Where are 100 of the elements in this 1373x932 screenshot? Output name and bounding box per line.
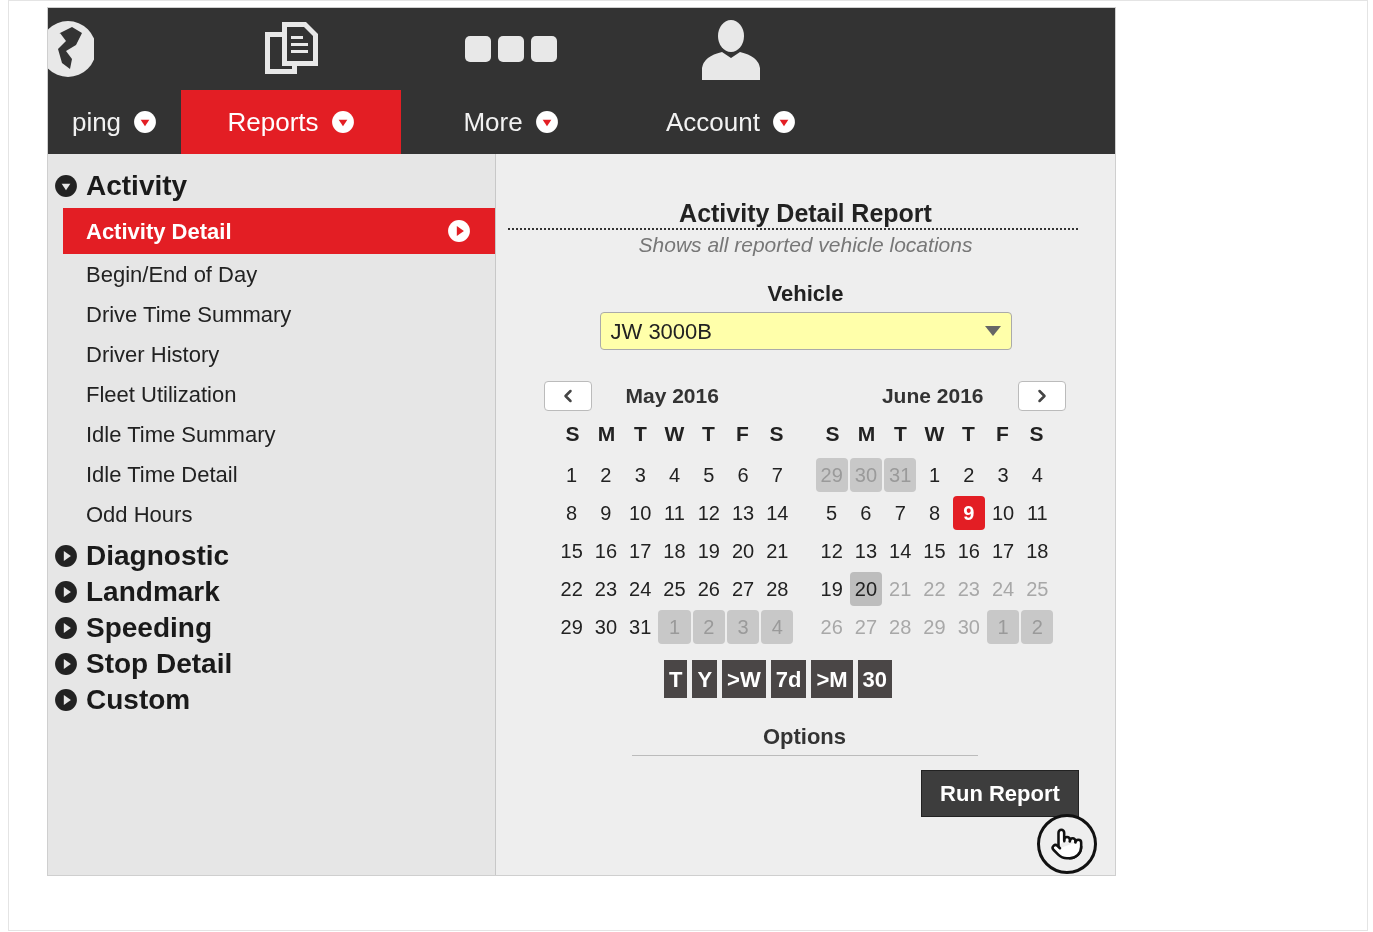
- menu-group[interactable]: Diagnostic: [48, 538, 495, 574]
- calendar-day[interactable]: 17: [624, 534, 657, 568]
- play-icon: [54, 652, 78, 676]
- quick-range-button[interactable]: >M: [811, 660, 853, 698]
- calendar-day: 27: [849, 610, 883, 644]
- person-icon: [700, 18, 762, 80]
- calendar-day[interactable]: 8: [918, 496, 951, 530]
- calendar-day[interactable]: 5: [692, 458, 725, 492]
- menu-item[interactable]: Fleet Utilization: [63, 374, 495, 414]
- play-icon: [54, 616, 78, 640]
- calendar-day[interactable]: 29: [555, 610, 588, 644]
- nav-tab[interactable]: Account: [621, 90, 841, 154]
- calendar-day[interactable]: 4: [1021, 458, 1054, 492]
- calendar-day[interactable]: 9: [589, 496, 623, 530]
- play-icon: [54, 688, 78, 712]
- quick-range-button[interactable]: 7d: [770, 660, 807, 698]
- calendar-day[interactable]: 14: [761, 496, 794, 530]
- calendar-day[interactable]: 23: [589, 572, 623, 606]
- calendar-day[interactable]: 25: [658, 572, 691, 606]
- menu-item[interactable]: Odd Hours: [63, 494, 495, 534]
- menu-item[interactable]: Drive Time Summary: [63, 294, 495, 334]
- quick-range-button[interactable]: Y: [692, 660, 718, 698]
- calendar-day[interactable]: 7: [761, 458, 794, 492]
- weekday-label: F: [995, 421, 1010, 448]
- nav-tab[interactable]: ping: [48, 90, 181, 154]
- calendar-day[interactable]: 8: [555, 496, 588, 530]
- calendar-day[interactable]: 19: [815, 572, 848, 606]
- calendar-day[interactable]: 16: [952, 534, 985, 568]
- menu-item[interactable]: Idle Time Detail: [63, 454, 495, 494]
- weekday-label: S: [564, 421, 581, 448]
- weekday-label: T: [701, 421, 716, 448]
- month-title: June 2016: [880, 383, 985, 410]
- calendar-day[interactable]: 21: [761, 534, 794, 568]
- calendar-day[interactable]: 2: [589, 458, 623, 492]
- calendar-day[interactable]: 12: [692, 496, 725, 530]
- quick-range-button[interactable]: 30: [857, 660, 893, 698]
- calendar-day[interactable]: 10: [986, 496, 1020, 530]
- menu-item[interactable]: Begin/End of Day: [63, 254, 495, 294]
- calendar-day[interactable]: 13: [726, 496, 760, 530]
- dots-icon: [465, 35, 557, 63]
- calendar-day[interactable]: 2: [952, 458, 985, 492]
- calendar-day[interactable]: 18: [1021, 534, 1054, 568]
- menu-group[interactable]: Stop Detail: [48, 646, 495, 682]
- calendar-day[interactable]: 20: [726, 534, 760, 568]
- next-month-button[interactable]: [1017, 381, 1066, 411]
- caret-down-icon: [133, 110, 158, 134]
- calendar-day[interactable]: 30: [589, 610, 623, 644]
- calendar-day[interactable]: 5: [815, 496, 848, 530]
- weekday-label: W: [663, 421, 686, 448]
- calendar-day[interactable]: 16: [589, 534, 623, 568]
- calendar-day[interactable]: 28: [761, 572, 794, 606]
- menu-group[interactable]: Activity: [48, 168, 495, 204]
- calendar-day[interactable]: 15: [555, 534, 588, 568]
- calendar-day[interactable]: 12: [815, 534, 848, 568]
- menu-group[interactable]: Speeding: [48, 610, 495, 646]
- nav-tab[interactable]: Reports: [181, 90, 401, 154]
- menu-item[interactable]: Activity Detail: [63, 208, 495, 254]
- menu-item[interactable]: Idle Time Summary: [63, 414, 495, 454]
- calendar-day[interactable]: 7: [884, 496, 917, 530]
- caret-down-icon: [534, 110, 559, 134]
- calendar-day[interactable]: 3: [624, 458, 657, 492]
- previous-month-button[interactable]: [543, 381, 592, 411]
- vehicle-select[interactable]: JW 3000B: [599, 312, 1012, 350]
- calendar-day[interactable]: 14: [884, 534, 917, 568]
- calendar-day: 28: [884, 610, 917, 644]
- calendar-day[interactable]: 6: [726, 458, 760, 492]
- calendar-day[interactable]: 24: [624, 572, 657, 606]
- calendar-day[interactable]: 31: [624, 610, 657, 644]
- run-report-button[interactable]: Run Report: [921, 770, 1079, 817]
- calendar-day[interactable]: 11: [1021, 496, 1054, 530]
- calendar-day[interactable]: 1: [918, 458, 951, 492]
- calendar-day[interactable]: 4: [658, 458, 691, 492]
- calendar-day[interactable]: 26: [692, 572, 725, 606]
- calendar-day[interactable]: 18: [658, 534, 691, 568]
- weekday-label: S: [1028, 421, 1045, 448]
- menu-item[interactable]: Driver History: [63, 334, 495, 374]
- calendar-day[interactable]: 13: [849, 534, 883, 568]
- quick-range-button[interactable]: T: [663, 660, 688, 698]
- calendar-day[interactable]: 19: [692, 534, 725, 568]
- calendar-day[interactable]: 3: [986, 458, 1020, 492]
- calendar-day[interactable]: 22: [555, 572, 588, 606]
- quick-range-button[interactable]: >W: [722, 660, 766, 698]
- play-icon: [54, 580, 78, 604]
- calendar-day[interactable]: 9: [952, 496, 985, 530]
- play-icon: [447, 219, 471, 243]
- calendar-day[interactable]: 11: [658, 496, 691, 530]
- calendar-day[interactable]: 1: [555, 458, 588, 492]
- calendar-day[interactable]: 17: [986, 534, 1020, 568]
- calendar-day: 21: [884, 572, 917, 606]
- calendar-day[interactable]: 27: [726, 572, 760, 606]
- calendar-day[interactable]: 6: [849, 496, 883, 530]
- play-icon: [54, 544, 78, 568]
- nav-tab[interactable]: More: [401, 90, 621, 154]
- weekday-label: M: [856, 421, 877, 448]
- calendar-day[interactable]: 10: [624, 496, 657, 530]
- calendar-day[interactable]: 15: [918, 534, 951, 568]
- menu-group[interactable]: Landmark: [48, 574, 495, 610]
- weekday-label: T: [893, 421, 908, 448]
- calendar-day[interactable]: 20: [849, 572, 883, 606]
- menu-group[interactable]: Custom: [48, 682, 495, 718]
